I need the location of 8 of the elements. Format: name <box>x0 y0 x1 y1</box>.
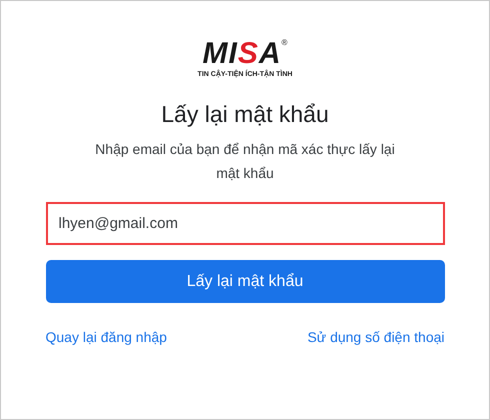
email-field[interactable]: lhyen@gmail.com <box>46 202 444 245</box>
subtitle-text: Nhập email của bạn để nhận mã xác thực lấy lại mật khẩu <box>95 140 395 183</box>
page-title: Lấy lại mật khẩu <box>161 100 329 129</box>
logo-wordmark: MISA <box>202 39 282 69</box>
use-phone-link[interactable]: Sử dụng số điện thoại <box>307 327 444 348</box>
registered-mark: ® <box>282 39 288 47</box>
back-to-login-link[interactable]: Quay lại đăng nhập <box>46 327 167 348</box>
submit-button[interactable]: Lấy lại mật khẩu <box>46 260 444 303</box>
